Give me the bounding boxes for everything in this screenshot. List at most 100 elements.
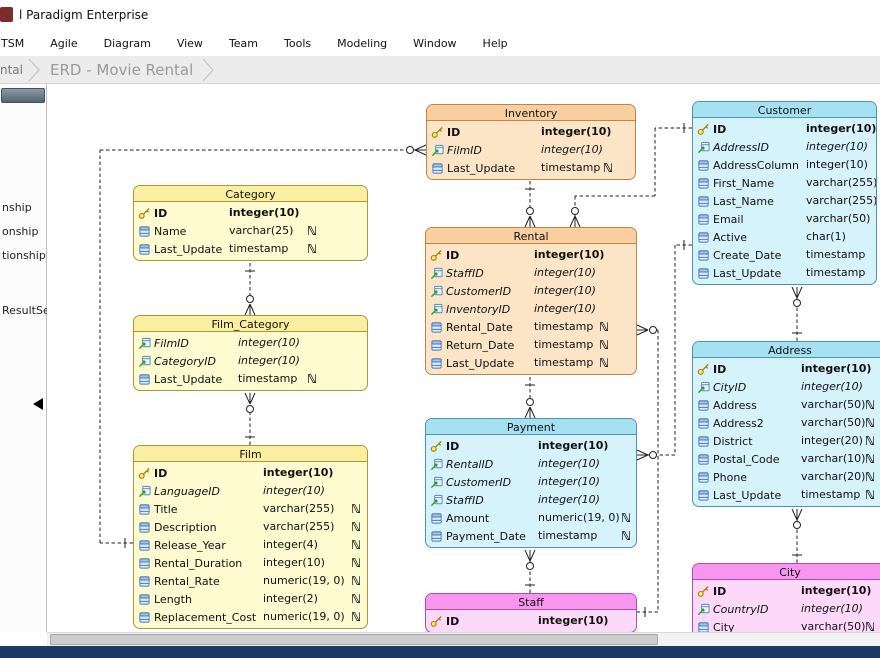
menu-modeling[interactable]: Modeling	[324, 32, 400, 55]
column-row-district[interactable]: Districtinteger(20)ℕ	[693, 432, 880, 450]
sidebar-item-nship[interactable]: nship	[2, 201, 32, 214]
entity-staff[interactable]: Staff IDinteger(10)	[425, 593, 637, 632]
relationship-film-film_category[interactable]	[245, 393, 255, 445]
relationship-staff-payment[interactable]	[525, 550, 535, 593]
column-row-last_update[interactable]: Last_Updatetimestampℕ	[134, 240, 367, 258]
column-row-categoryid[interactable]: CategoryIDinteger(10)	[134, 352, 367, 370]
column-row-last_update[interactable]: Last_Updatetimestampℕ	[427, 159, 635, 177]
entity-inventory[interactable]: Inventory IDinteger(10)FilmIDinteger(10)L…	[426, 104, 636, 180]
column-row-email[interactable]: Emailvarchar(50)	[693, 210, 876, 228]
column-row-inventoryid[interactable]: InventoryIDinteger(10)	[426, 300, 636, 318]
menu-view[interactable]: View	[164, 32, 216, 55]
column-row-last_update[interactable]: Last_Updatetimestampℕ	[426, 354, 636, 372]
column-row-name[interactable]: Namevarchar(25)ℕ	[134, 222, 367, 240]
column-row-active[interactable]: Activechar(1)	[693, 228, 876, 246]
column-row-create_date[interactable]: Create_Datetimestamp	[693, 246, 876, 264]
column-row-id[interactable]: IDinteger(10)	[427, 123, 635, 141]
entity-title[interactable]: Category	[134, 186, 367, 202]
column-row-id[interactable]: IDinteger(10)	[426, 612, 636, 630]
column-row-postal_code[interactable]: Postal_Codevarchar(10)ℕ	[693, 450, 880, 468]
entity-title[interactable]: Inventory	[427, 105, 635, 121]
column-row-staffid[interactable]: StaffIDinteger(10)	[426, 264, 636, 282]
column-row-address2[interactable]: Address2varchar(50)ℕ	[693, 414, 880, 432]
column-row-staffid[interactable]: StaffIDinteger(10)	[426, 491, 636, 509]
column-row-id[interactable]: IDinteger(10)	[426, 246, 636, 264]
menu-diagram[interactable]: Diagram	[91, 32, 164, 55]
column-row-customerid[interactable]: CustomerIDinteger(10)	[426, 282, 636, 300]
menu-help[interactable]: Help	[470, 32, 521, 55]
entity-payment[interactable]: Payment IDinteger(10)RentalIDinteger(10)C…	[425, 418, 637, 548]
entity-film_category[interactable]: Film_Category FilmIDinteger(10)CategoryID…	[133, 315, 368, 391]
entity-title[interactable]: City	[693, 564, 880, 580]
entity-address[interactable]: AddressIDinteger(10)CityIDinteger(10)Add…	[692, 341, 880, 507]
entity-title[interactable]: Address	[693, 342, 880, 358]
entity-rental[interactable]: Rental IDinteger(10)StaffIDinteger(10)Cus…	[425, 227, 637, 375]
relationship-rental-staff[interactable]	[637, 325, 658, 617]
horizontal-scrollbar[interactable]	[47, 632, 880, 646]
column-row-payment_date[interactable]: Payment_Datetimestampℕ	[426, 527, 636, 545]
column-row-filmid[interactable]: FilmIDinteger(10)	[134, 334, 367, 352]
relationship-rental-payment[interactable]	[525, 377, 535, 418]
column-row-rental_rate[interactable]: Rental_Ratenumeric(19, 0)ℕ	[134, 572, 367, 590]
entity-title[interactable]: Film_Category	[134, 316, 367, 332]
column-row-id[interactable]: IDinteger(10)	[693, 360, 880, 378]
column-row-rentalid[interactable]: RentalIDinteger(10)	[426, 455, 636, 473]
column-row-countryid[interactable]: CountryIDinteger(10)	[693, 600, 880, 618]
column-row-id[interactable]: IDinteger(10)	[134, 204, 367, 222]
horizontal-scrollbar-thumb[interactable]	[50, 634, 658, 645]
relationship-inventory-rental[interactable]	[525, 181, 535, 227]
column-row-phone[interactable]: Phonevarchar(20)ℕ	[693, 468, 880, 486]
relationship-address-customer[interactable]	[792, 287, 802, 341]
column-row-address[interactable]: Addressvarchar(50)ℕ	[693, 396, 880, 414]
entity-city[interactable]: City IDinteger(10)CountryIDinteger(10)Cit…	[692, 563, 880, 632]
menu-tsm[interactable]: TSM	[0, 32, 37, 55]
breadcrumb-item-parent[interactable]: ntal	[0, 63, 23, 77]
diagram-canvas[interactable]: InventoryIDinteger(10)FilmIDinteger(10)L…	[47, 84, 880, 632]
column-row-return_date[interactable]: Return_Datetimestampℕ	[426, 336, 636, 354]
entity-title[interactable]: Staff	[426, 594, 636, 610]
breadcrumb-item-current[interactable]: ERD - Movie Rental	[50, 61, 193, 79]
column-row-description[interactable]: Descriptionvarchar(255)ℕ	[134, 518, 367, 536]
column-row-release_year[interactable]: Release_Yearinteger(4)ℕ	[134, 536, 367, 554]
column-row-title[interactable]: Titlevarchar(255)ℕ	[134, 500, 367, 518]
entity-category[interactable]: Category IDinteger(10)Namevarchar(25)ℕLas…	[133, 185, 368, 261]
column-row-last_name[interactable]: Last_Namevarchar(255)	[693, 192, 876, 210]
column-row-addresscolumn[interactable]: AddressColumninteger(10)	[693, 156, 876, 174]
column-row-rental_duration[interactable]: Rental_Durationinteger(10)ℕ	[134, 554, 367, 572]
menu-window[interactable]: Window	[400, 32, 469, 55]
menu-tools[interactable]: Tools	[271, 32, 324, 55]
column-row-id[interactable]: IDinteger(10)	[693, 120, 876, 138]
sidebar-item-tionship[interactable]: tionship	[2, 249, 46, 262]
column-row-id[interactable]: IDinteger(10)	[426, 437, 636, 455]
entity-customer[interactable]: Customer IDinteger(10)AddressIDinteger(10…	[692, 101, 877, 285]
column-row-id[interactable]: IDinteger(10)	[693, 582, 880, 600]
column-row-last_update[interactable]: Last_Updatetimestampℕ	[134, 370, 367, 388]
column-row-addressid[interactable]: AddressIDinteger(10)	[693, 138, 876, 156]
menu-agile[interactable]: Agile	[37, 32, 90, 55]
column-row-filmid[interactable]: FilmIDinteger(10)	[427, 141, 635, 159]
entity-title[interactable]: Customer	[693, 102, 876, 118]
entity-title[interactable]: Rental	[426, 228, 636, 244]
column-row-languageid[interactable]: LanguageIDinteger(10)	[134, 482, 367, 500]
column-row-last_update[interactable]: Last_Updatetimestamp	[693, 264, 876, 282]
column-row-length[interactable]: Lengthinteger(2)ℕ	[134, 590, 367, 608]
relationship-customer-payment[interactable]	[637, 240, 692, 460]
sidebar-collapsed-tab[interactable]	[1, 88, 45, 103]
entity-title[interactable]: Payment	[426, 419, 636, 435]
relationship-city-address[interactable]	[792, 509, 802, 563]
column-row-id[interactable]: IDinteger(10)	[134, 464, 367, 482]
column-row-replacement_cost[interactable]: Replacement_Costnumeric(19, 0)ℕ	[134, 608, 367, 626]
menu-team[interactable]: Team	[216, 32, 271, 55]
entity-film[interactable]: Film IDinteger(10)LanguageIDinteger(10)Ti…	[133, 445, 368, 629]
column-row-city[interactable]: Cityvarchar(50)ℕ	[693, 618, 880, 632]
column-row-amount[interactable]: Amountnumeric(19, 0)ℕ	[426, 509, 636, 527]
collapse-arrow-icon[interactable]	[33, 398, 43, 410]
column-row-rental_date[interactable]: Rental_Datetimestampℕ	[426, 318, 636, 336]
column-row-customerid[interactable]: CustomerIDinteger(10)	[426, 473, 636, 491]
sidebar-item-onship[interactable]: onship	[2, 225, 38, 238]
column-row-first_name[interactable]: First_Namevarchar(255)	[693, 174, 876, 192]
relationship-category-film_category[interactable]	[245, 263, 255, 315]
entity-title[interactable]: Film	[134, 446, 367, 462]
column-row-cityid[interactable]: CityIDinteger(10)	[693, 378, 880, 396]
column-row-last_update[interactable]: Last_Updatetimestampℕ	[693, 486, 880, 504]
